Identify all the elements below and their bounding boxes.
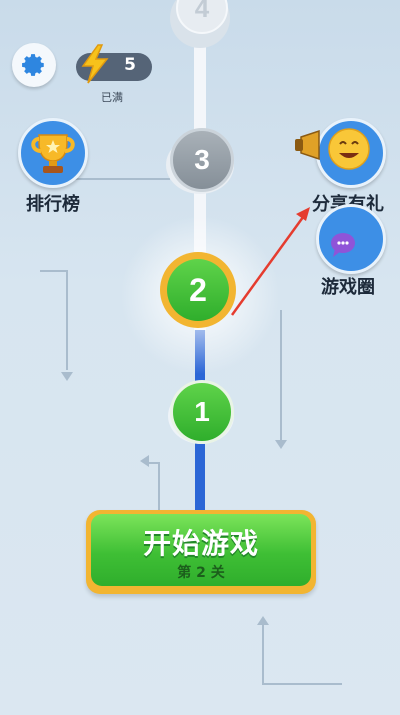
start-button-title: 开始游戏 <box>142 527 259 560</box>
level-node-2[interactable]: 2 <box>160 252 236 328</box>
bg-path-line <box>262 683 342 685</box>
start-button-level: 第 2 关 <box>177 565 225 581</box>
bg-path-arrow <box>275 440 287 449</box>
trophy-icon <box>31 134 75 173</box>
bg-path-line <box>158 462 160 512</box>
energy-count: 5 <box>124 55 136 75</box>
leaderboard-label: 排行榜 <box>26 194 80 215</box>
community-label: 游戏圈 <box>321 277 375 298</box>
bg-path-line <box>40 270 66 272</box>
bg-path-line <box>66 270 68 370</box>
bg-path-line <box>262 625 264 685</box>
bg-path-line <box>280 310 282 440</box>
gear-icon <box>22 54 44 76</box>
level-node-3[interactable]: 3 <box>170 128 234 192</box>
bg-path-arrow <box>257 616 269 625</box>
lightning-icon <box>81 44 109 84</box>
level-number: 3 <box>194 144 210 175</box>
leaderboard-button[interactable] <box>18 118 88 188</box>
share-button[interactable] <box>295 118 386 188</box>
bg-path-arrow <box>61 372 73 381</box>
level-node-2-inner: 2 <box>167 259 229 321</box>
level-number: 4 <box>194 0 210 23</box>
level-number: 1 <box>194 396 210 427</box>
energy-status: 已满 <box>101 91 123 104</box>
settings-button[interactable] <box>12 43 56 87</box>
community-button[interactable] <box>316 204 386 274</box>
level-node-1[interactable]: 1 <box>170 380 234 444</box>
bg-path-arrow <box>140 455 149 467</box>
megaphone-emoji-icon <box>295 128 370 170</box>
level-number: 2 <box>189 271 207 308</box>
chat-bubble-icon <box>331 233 355 257</box>
